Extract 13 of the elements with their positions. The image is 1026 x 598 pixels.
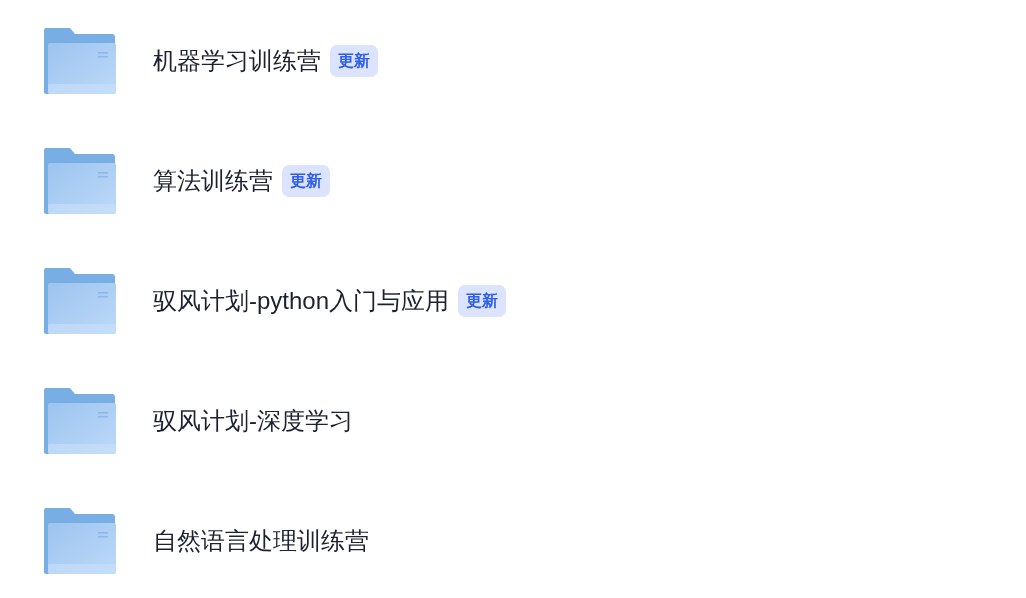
update-tag: 更新 (458, 285, 507, 317)
folder-icon (44, 508, 116, 574)
folder-icon (44, 268, 116, 334)
folder-icon (44, 148, 116, 214)
folder-name[interactable]: 驭风计划-深度学习 (153, 403, 353, 439)
folder-name[interactable]: 自然语言处理训练营 (153, 523, 369, 559)
folder-icon (44, 388, 116, 454)
folder-name[interactable]: 算法训练营 (153, 163, 273, 199)
update-tag: 更新 (282, 165, 330, 197)
folder-name[interactable]: 驭风计划-python入门与应用 (153, 283, 450, 319)
folder-icon (44, 28, 116, 94)
folder-name[interactable]: 机器学习训练营 (153, 43, 321, 79)
update-tag: 更新 (330, 45, 378, 77)
